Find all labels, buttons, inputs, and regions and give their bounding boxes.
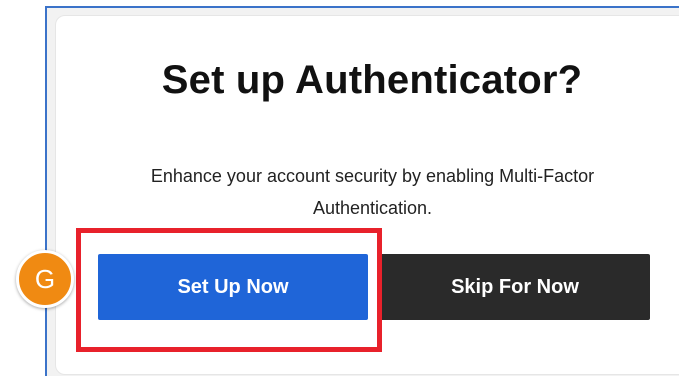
step-marker-badge: G xyxy=(16,250,74,308)
skip-for-now-button[interactable]: Skip For Now xyxy=(380,254,650,320)
dialog-title: Set up Authenticator? xyxy=(161,58,583,102)
set-up-now-button[interactable]: Set Up Now xyxy=(98,254,368,320)
dialog-description: Enhance your account security by enablin… xyxy=(150,166,595,218)
